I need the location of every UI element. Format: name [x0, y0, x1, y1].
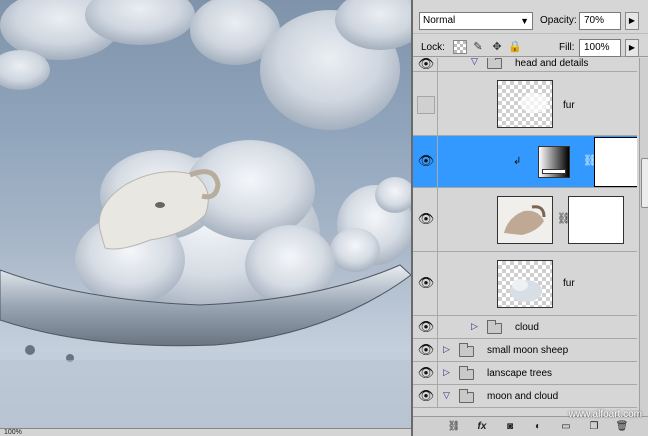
folder-icon	[487, 320, 502, 334]
lock-row: Lock: ✎ ✥ 🔒 Fill: 100% ▶	[413, 35, 648, 57]
opacity-input[interactable]: 70%	[579, 12, 621, 30]
lock-pixels-icon[interactable]: ✎	[471, 40, 485, 54]
layer-group-cloud[interactable]: 👁 ▷ cloud	[413, 316, 637, 339]
layer-list-scrollbar[interactable]	[639, 58, 648, 416]
layer-group-small-moon-sheep[interactable]: 👁 ▷ small moon sheep	[413, 339, 637, 362]
layer-name: fur	[563, 100, 575, 111]
fill-input[interactable]: 100%	[579, 39, 621, 57]
layer-thumbnail	[497, 80, 553, 128]
layers-panel: Normal ▼ Opacity: 70% ▶ Lock: ✎ ✥ 🔒 Fill…	[411, 0, 648, 436]
blend-mode-value: Normal	[423, 15, 456, 26]
watermark: www.alfoart.com	[568, 409, 642, 420]
blend-row: Normal ▼ Opacity: 70% ▶	[413, 10, 648, 34]
lock-transparency-icon[interactable]	[453, 40, 467, 54]
link-layers-icon[interactable]: ⛓	[447, 420, 461, 434]
sky-clouds	[0, 0, 411, 130]
zoom-readout: 100%	[4, 429, 22, 436]
chevron-down-icon[interactable]: ▽	[443, 390, 450, 401]
document-canvas[interactable]: 100%	[0, 0, 411, 436]
layer-thumbnail	[497, 196, 553, 244]
adjustment-icon[interactable]: ◐	[531, 420, 545, 434]
opacity-label: Opacity:	[540, 15, 577, 26]
lock-all-icon[interactable]: 🔒	[508, 40, 522, 54]
chevron-right-icon[interactable]: ▷	[443, 344, 450, 355]
blend-mode-select[interactable]: Normal ▼	[419, 12, 533, 30]
fill-label: Fill:	[559, 42, 575, 53]
layer-thumbnail	[497, 260, 553, 308]
eye-icon[interactable]: 👁	[417, 364, 435, 382]
chevron-down-icon[interactable]: ▽	[471, 58, 478, 67]
chevron-right-icon[interactable]: ▷	[471, 321, 478, 332]
eye-icon[interactable]: 👁	[417, 152, 435, 170]
layer-name: cloud	[515, 322, 539, 333]
new-layer-icon[interactable]: ❐	[587, 420, 601, 434]
layer-head-masked[interactable]: 👁 ⛓	[413, 188, 637, 252]
layer-name: moon and cloud	[487, 391, 559, 402]
fill-slider-button[interactable]: ▶	[625, 39, 639, 57]
layer-adjustment-selected[interactable]: 👁 ↲ ⛓	[413, 136, 637, 188]
layer-list: 👁 ▽ head and details fur 👁 ↲ ⛓ 👁 ⛓ 👁 fur…	[413, 58, 637, 416]
layer-mask-thumbnail[interactable]	[595, 138, 637, 186]
folder-icon	[459, 389, 474, 403]
chevron-right-icon[interactable]: ▷	[443, 367, 450, 378]
layer-name: head and details	[515, 58, 589, 69]
eye-icon[interactable]: 👁	[417, 318, 435, 336]
chevron-down-icon: ▼	[520, 16, 529, 26]
opacity-slider-button[interactable]: ▶	[625, 12, 639, 30]
layer-mask-thumbnail[interactable]	[568, 196, 624, 244]
gradient-map-icon	[538, 146, 570, 178]
layer-group-moon-and-cloud[interactable]: 👁 ▽ moon and cloud	[413, 385, 637, 408]
canvas-artwork	[0, 0, 411, 436]
folder-icon	[459, 366, 474, 380]
new-group-icon[interactable]: ▭	[559, 420, 573, 434]
fx-icon[interactable]: fx	[475, 420, 489, 434]
layer-name: lanscape trees	[487, 368, 553, 379]
layer-name: fur	[563, 278, 575, 289]
layer-fur[interactable]: 👁 fur	[413, 252, 637, 316]
eye-icon[interactable]	[417, 96, 435, 114]
small-cloud-sheep	[330, 177, 411, 272]
eye-icon[interactable]: 👁	[417, 274, 435, 292]
eye-icon[interactable]: 👁	[417, 341, 435, 359]
lock-label: Lock:	[421, 42, 445, 53]
eye-icon[interactable]: 👁	[417, 387, 435, 405]
eye-icon[interactable]: 👁	[417, 58, 435, 73]
folder-icon	[459, 343, 474, 357]
layer-fur-hidden[interactable]: fur	[413, 72, 637, 136]
trash-icon[interactable]: 🗑	[615, 420, 629, 434]
layer-group-head-and-details[interactable]: 👁 ▽ head and details	[413, 58, 637, 72]
layer-name: small moon sheep	[487, 345, 569, 356]
folder-icon	[487, 58, 502, 69]
clipping-arrow-icon: ↲	[513, 156, 522, 167]
lock-position-icon[interactable]: ✥	[490, 40, 504, 54]
layer-group-lanscape-trees[interactable]: 👁 ▷ lanscape trees	[413, 362, 637, 385]
mask-icon[interactable]: ◙	[503, 420, 517, 434]
eye-icon[interactable]: 👁	[417, 210, 435, 228]
scrollbar-thumb[interactable]	[641, 158, 648, 208]
canvas-status-bar: 100%	[0, 428, 411, 436]
